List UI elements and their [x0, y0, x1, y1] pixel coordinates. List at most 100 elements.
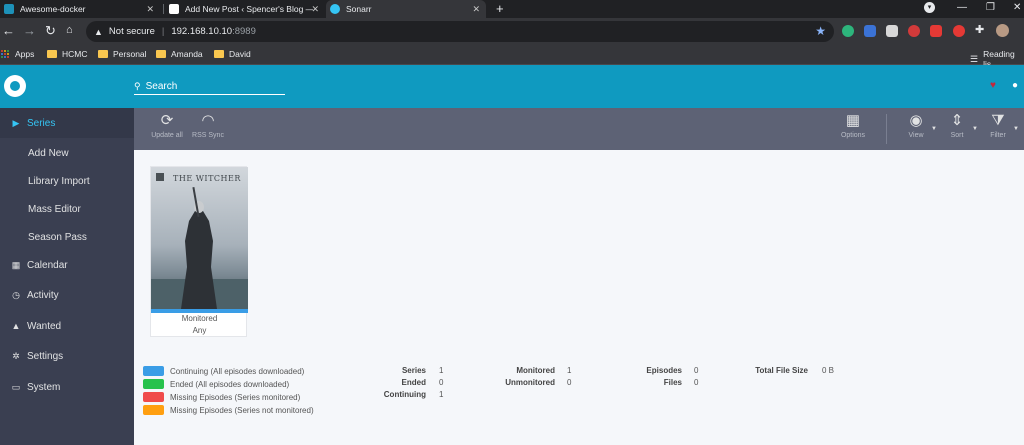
bookmark-label: David [229, 49, 251, 59]
rss-sync-label: RSS Sync [192, 132, 224, 139]
refresh-icon: ⟳ [160, 112, 174, 129]
cogs-icon: ✲ [12, 350, 20, 361]
bookmarks-bar: Apps HCMC Personal Amanda David ☰ Readin… [0, 45, 1024, 69]
sidebar-item-label: Settings [27, 350, 64, 362]
sidebar-item-library-import[interactable]: Library Import [0, 167, 134, 195]
legend-label: Missing Episodes (Series monitored) [170, 392, 301, 402]
extension-icon[interactable] [908, 25, 920, 37]
avatar[interactable] [996, 24, 1009, 37]
sidebar-item-label: Add New [28, 147, 69, 159]
bookmark-apps[interactable]: Apps [1, 49, 34, 59]
stat-files-value: 0 [694, 378, 699, 387]
bookmark-david[interactable]: David [214, 49, 251, 59]
poster-artwork [151, 167, 248, 309]
tab-search-icon[interactable]: ▾ [924, 2, 935, 13]
sidebar-item-mass-editor[interactable]: Mass Editor [0, 195, 134, 223]
minimize-icon[interactable]: — [957, 2, 967, 13]
bookmark-hcmc[interactable]: HCMC [47, 49, 88, 59]
bookmark-label: Amanda [171, 49, 203, 59]
address-bar[interactable]: ▲ Not secure | 192.168.10.10:8989 ★ [86, 21, 834, 42]
view-button[interactable]: ◉ View [902, 112, 930, 139]
tab-add-new-post[interactable]: Add New Post ‹ Spencer's Blog — ✕ [165, 0, 325, 18]
new-tab-icon[interactable]: + [496, 1, 504, 16]
stat-continuing-label: Continuing [383, 390, 426, 399]
bookmark-star-icon[interactable]: ★ [815, 24, 826, 38]
restore-icon[interactable]: ❐ [986, 2, 995, 13]
warning-icon: ▲ [94, 26, 103, 37]
grid-icon: ▦ [845, 112, 861, 129]
sidebar-item-add-new[interactable]: Add New [0, 139, 134, 167]
legend-item: Ended (All episodes downloaded) [143, 378, 289, 390]
reload-icon[interactable]: ↻ [45, 23, 56, 39]
tab-sonarr[interactable]: Sonarr ✕ [326, 0, 486, 18]
sort-icon: ⇕ [950, 112, 964, 129]
chevron-down-icon: ▼ [931, 126, 937, 132]
extension-icon[interactable] [953, 25, 965, 37]
options-button[interactable]: ▦ Options [836, 112, 870, 139]
bookmark-personal[interactable]: Personal [98, 49, 147, 59]
extension-icon[interactable] [864, 25, 876, 37]
close-icon[interactable]: ✕ [311, 4, 319, 15]
sonarr-logo-icon [4, 75, 26, 97]
folder-icon [98, 50, 108, 58]
legend-label: Continuing (All episodes downloaded) [170, 366, 305, 376]
stat-ended-value: 0 [439, 378, 444, 387]
url-port: :8989 [232, 26, 256, 37]
calendar-icon: ▦ [11, 259, 21, 270]
sort-label: Sort [950, 132, 964, 139]
view-label: View [908, 132, 924, 139]
stat-unmonitored-value: 0 [567, 378, 572, 387]
series-search[interactable]: ⚲ [134, 79, 285, 95]
rss-icon: ◠ [201, 112, 215, 129]
sidebar-item-wanted[interactable]: ▲ Wanted [0, 311, 134, 341]
close-icon[interactable]: ✕ [146, 4, 154, 15]
forward-icon[interactable]: → [23, 23, 36, 38]
sidebar-item-system[interactable]: ▭ System [0, 372, 134, 402]
url-host: 192.168.10.10 [171, 26, 233, 37]
security-label[interactable]: Not secure [109, 26, 155, 37]
donate-heart-icon[interactable]: ♥ [990, 80, 996, 91]
tab-title: Awesome-docker [20, 4, 86, 14]
logo-link[interactable] [0, 65, 134, 108]
bookmark-amanda[interactable]: Amanda [156, 49, 203, 59]
bookmark-label: HCMC [62, 49, 88, 59]
sidebar-item-settings[interactable]: ✲ Settings [0, 341, 134, 371]
close-icon[interactable]: ✕ [472, 4, 480, 15]
series-poster-card[interactable]: THE WITCHER Monitored Any [150, 166, 248, 337]
stat-episodes-value: 0 [694, 366, 699, 375]
sidebar-item-series[interactable]: ▶ Series [0, 108, 134, 138]
puzzle-icon[interactable]: ✚ [975, 23, 987, 36]
sidebar-item-label: Calendar [27, 259, 68, 271]
home-icon[interactable]: ⌂ [66, 24, 73, 36]
tab-awesome-docker[interactable]: Awesome-docker ✕ [0, 0, 160, 18]
docker-favicon-icon [4, 4, 14, 14]
stat-total-size-label: Total File Size [755, 366, 808, 375]
update-all-button[interactable]: ⟳ Update all [146, 112, 188, 139]
window-close-icon[interactable]: ✕ [1013, 2, 1021, 13]
sidebar-item-label: Library Import [28, 175, 90, 187]
sidebar-item-season-pass[interactable]: Season Pass [0, 223, 134, 251]
quality-profile: Any [192, 326, 207, 335]
search-input[interactable] [145, 81, 276, 92]
bookmark-label: Apps [15, 49, 35, 59]
filter-label: Filter [990, 132, 1006, 139]
eye-icon: ◉ [909, 112, 923, 129]
extension-icon[interactable] [842, 25, 854, 37]
series-poster[interactable]: THE WITCHER [151, 167, 248, 309]
user-icon[interactable]: ● [1012, 80, 1018, 91]
rss-sync-button[interactable]: ◠ RSS Sync [190, 112, 226, 139]
extension-icon[interactable] [886, 25, 898, 37]
folder-icon [156, 50, 166, 58]
sort-button[interactable]: ⇕ Sort [944, 112, 970, 139]
extension-icon[interactable] [930, 25, 942, 37]
sidebar-item-calendar[interactable]: ▦ Calendar [0, 250, 134, 280]
tab-title: Add New Post ‹ Spencer's Blog — [185, 4, 313, 14]
sidebar-item-activity[interactable]: ◷ Activity [0, 280, 134, 310]
legend-swatch [143, 392, 164, 402]
update-all-label: Update all [151, 132, 183, 139]
legend-item: Missing Episodes (Series not monitored) [143, 404, 314, 416]
back-icon[interactable]: ← [2, 23, 15, 38]
filter-button[interactable]: ⧩ Filter [984, 112, 1012, 139]
toolbar-divider [886, 114, 887, 144]
reading-list-icon: ☰ [970, 53, 979, 64]
